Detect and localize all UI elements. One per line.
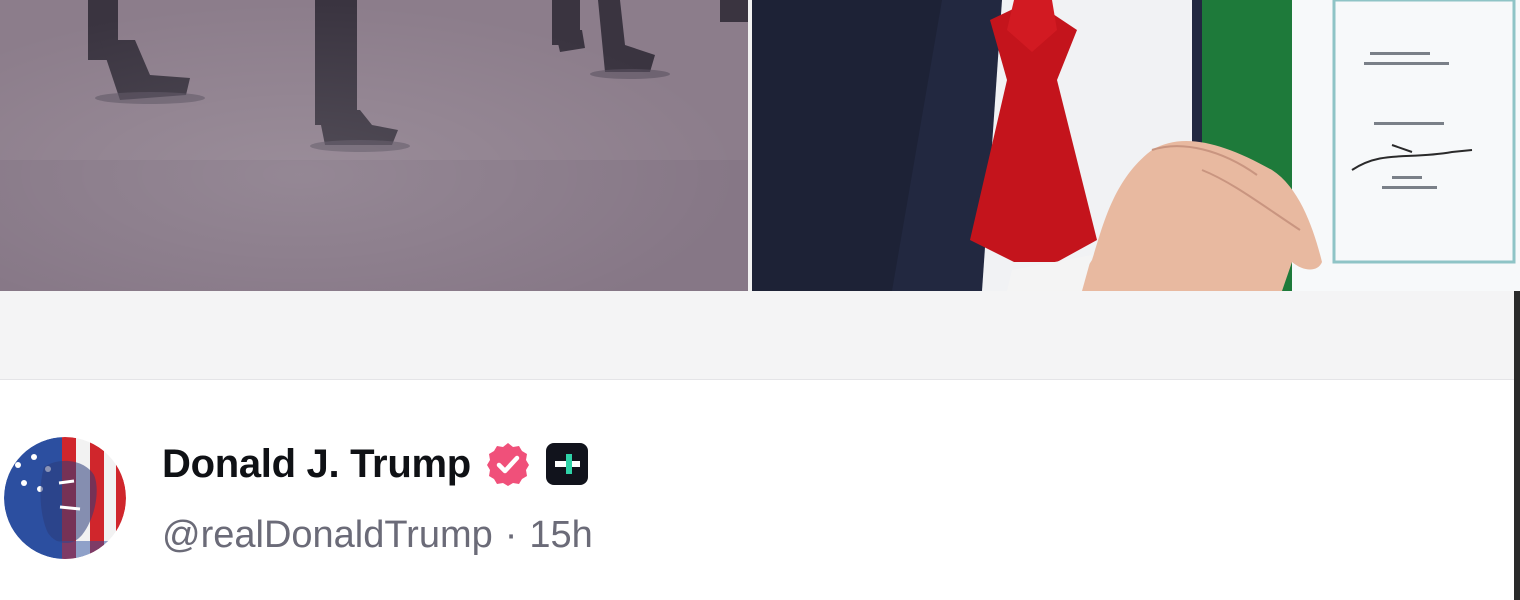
media-photo-right[interactable] xyxy=(752,0,1520,291)
author-meta-row: @realDonaldTrump · 15h xyxy=(162,510,593,560)
verified-badge-icon xyxy=(485,441,531,487)
author-display-name[interactable]: Donald J. Trump xyxy=(162,442,471,487)
truth-plus-icon xyxy=(545,442,589,486)
avatar-image xyxy=(4,437,126,559)
window-edge xyxy=(1514,291,1520,600)
post-header xyxy=(0,380,1514,600)
post-timestamp[interactable]: 15h xyxy=(529,514,592,557)
media-photo-left[interactable] xyxy=(0,0,748,291)
meta-separator: · xyxy=(504,513,518,556)
signed-document-image xyxy=(752,0,1520,291)
media-footer-spacer xyxy=(0,291,1520,380)
author-handle[interactable]: @realDonaldTrump xyxy=(162,514,493,557)
author-name-row: Donald J. Trump xyxy=(162,438,589,490)
avatar[interactable] xyxy=(4,437,126,559)
media-gallery xyxy=(0,0,1520,291)
